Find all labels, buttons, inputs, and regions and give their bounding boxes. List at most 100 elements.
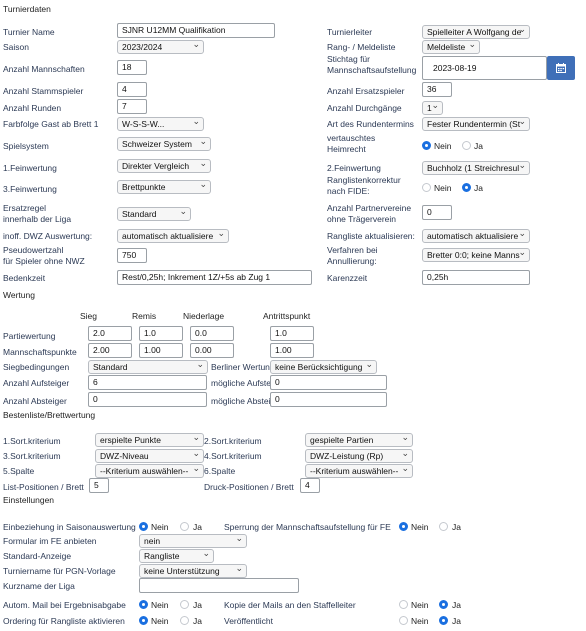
sort2-select[interactable]: gespielte Partien (305, 433, 413, 447)
ranglistenkorrektur-nein-radio[interactable] (422, 183, 431, 192)
kurzname-input[interactable] (139, 578, 299, 593)
veroeffentlicht-ja-label: Ja (452, 616, 461, 626)
heimrecht-nein-radio[interactable] (422, 141, 431, 150)
ersatzregel-label-2: innerhalb der Liga (3, 214, 72, 224)
annullierung-select[interactable]: Bretter 0:0; keine Manns (422, 248, 530, 262)
rangliste-aktualisieren-select[interactable]: automatisch aktualisiere (422, 229, 530, 243)
feinwertung1-select[interactable]: Direkter Vergleich (117, 159, 211, 173)
turniername-label: Turnier Name (3, 27, 55, 37)
turniername-input[interactable]: SJNR U12MM Qualifikation (117, 23, 275, 38)
sort4-label: 4.Sort.kriterium (204, 451, 262, 461)
sperrung-ja-radio[interactable] (439, 522, 448, 531)
mannschaftspunkte-niederlage-input[interactable]: 0.00 (190, 343, 234, 358)
ranglistenkorrektur-label-2: nach FIDE: (327, 186, 370, 196)
feinwertung3-select[interactable]: Brettpunkte (117, 180, 211, 194)
sort1-select[interactable]: erspielte Punkte (95, 433, 204, 447)
annullierung-label-2: Annullierung: (327, 256, 377, 266)
ordering-ja-radio[interactable] (180, 616, 189, 625)
ranglistenkorrektur-ja-label: Ja (474, 183, 483, 193)
moegliche-absteiger-input[interactable]: 0 (270, 392, 387, 407)
berliner-wertung-label: Berliner Wertung (211, 362, 275, 372)
moegliche-aufsteiger-input[interactable]: 0 (270, 375, 387, 390)
farbfolge-label: Farbfolge Gast ab Brett 1 (3, 119, 99, 129)
sperrung-ja-label: Ja (452, 522, 461, 532)
saisonauswertung-ja-radio[interactable] (180, 522, 189, 531)
kopie-ja-label: Ja (452, 600, 461, 610)
partiewertung-remis-input[interactable]: 1.0 (139, 326, 183, 341)
kopie-ja-radio[interactable] (439, 600, 448, 609)
header-remis: Remis (132, 311, 157, 321)
annullierung-label: Verfahren bei (327, 245, 378, 255)
mannschaftspunkte-remis-input[interactable]: 1.00 (139, 343, 183, 358)
ersatzspieler-input[interactable]: 36 (422, 82, 452, 97)
partiewertung-antrittspunkt-input[interactable]: 1.0 (270, 326, 314, 341)
berliner-wertung-select[interactable]: keine Berücksichtigung (270, 360, 377, 374)
heimrecht-ja-label: Ja (474, 141, 483, 151)
siegbedingungen-select[interactable]: Standard (88, 360, 208, 374)
ordering-nein-radio[interactable] (139, 616, 148, 625)
section-title-turnierdaten: Turnierdaten (3, 4, 51, 14)
spalte6-label: 6.Spalte (204, 466, 236, 476)
calendar-button[interactable] (547, 56, 575, 80)
veroeffentlicht-ja-radio[interactable] (439, 616, 448, 625)
rangliste-aktualisieren-label: Rangliste aktualisieren: (327, 231, 415, 241)
spalte6-select[interactable]: --Kriterium auswählen-- (305, 464, 413, 478)
heimrecht-ja-radio[interactable] (462, 141, 471, 150)
aufsteiger-input[interactable]: 6 (88, 375, 207, 390)
dwz-auswertung-select[interactable]: automatisch aktualisiere (117, 229, 229, 243)
farbfolge-select[interactable]: W-S-S-W... (117, 117, 204, 131)
druckpositionen-input[interactable]: 4 (300, 478, 320, 493)
runden-input[interactable]: 7 (117, 99, 147, 114)
stammspieler-input[interactable]: 4 (117, 82, 147, 97)
partiewertung-sieg-input[interactable]: 2.0 (88, 326, 132, 341)
bedenkzeit-input[interactable]: Rest/0,25h; Inkrement 1Z/+5s ab Zug 1 (117, 270, 312, 285)
absteiger-input[interactable]: 0 (88, 392, 207, 407)
pseudowert-input[interactable]: 750 (117, 248, 147, 263)
mannschaftspunkte-antrittspunkt-input[interactable]: 1.00 (270, 343, 314, 358)
stichtag-date-input[interactable]: 2023-08-19 (422, 56, 547, 80)
stichtag-label: Stichtag für (327, 54, 370, 64)
section-title-einstellungen: Einstellungen (3, 495, 55, 505)
kopie-nein-radio[interactable] (399, 600, 408, 609)
sort3-label: 3.Sort.kriterium (3, 451, 61, 461)
sort4-select[interactable]: DWZ-Leistung (Rp) (305, 449, 413, 463)
sort3-select[interactable]: DWZ-Niveau (95, 449, 204, 463)
mannschaften-input[interactable]: 18 (117, 60, 147, 75)
spalte5-select[interactable]: --Kriterium auswählen-- (95, 464, 204, 478)
veroeffentlicht-nein-radio[interactable] (399, 616, 408, 625)
karenzzeit-input[interactable]: 0,25h (422, 270, 530, 285)
ranglistenkorrektur-ja-radio[interactable] (462, 183, 471, 192)
partnervereine-input[interactable]: 0 (422, 205, 452, 220)
turnierleiter-select[interactable]: Spielleiter A Wolfgang de (422, 25, 530, 39)
veroeffentlicht-nein-label: Nein (411, 616, 429, 626)
saisonauswertung-nein-radio[interactable] (139, 522, 148, 531)
durchgaenge-select[interactable]: 1 (422, 101, 443, 115)
bedenkzeit-label: Bedenkzeit (3, 273, 46, 283)
automail-nein-label: Nein (151, 600, 169, 610)
heimrecht-nein-label: Nein (434, 141, 452, 151)
ersatzregel-select[interactable]: Standard (117, 207, 191, 221)
sperrung-nein-radio[interactable] (399, 522, 408, 531)
formular-select[interactable]: nein (139, 534, 247, 548)
sperrung-label: Sperrung der Mannschaftsaufstellung für … (224, 522, 391, 532)
ordering-ja-label: Ja (193, 616, 202, 626)
spielsystem-select[interactable]: Schweizer System (117, 137, 211, 151)
automail-nein-radio[interactable] (139, 600, 148, 609)
mannschaftspunkte-label: Mannschaftspunkte (3, 347, 77, 357)
listpositionen-input[interactable]: 5 (89, 478, 109, 493)
pgn-label: Turniername für PGN-Vorlage (3, 566, 116, 576)
rangliste-select[interactable]: Meldeliste (422, 40, 480, 54)
saison-select[interactable]: 2023/2024 (117, 40, 204, 54)
spalte5-label: 5.Spalte (3, 466, 35, 476)
pgn-select[interactable]: keine Unterstützung (139, 564, 247, 578)
sort2-label: 2.Sort.kriterium (204, 436, 262, 446)
rundentermin-select[interactable]: Fester Rundentermin (St (422, 117, 530, 131)
automail-ja-radio[interactable] (180, 600, 189, 609)
karenzzeit-label: Karenzzeit (327, 273, 368, 283)
feinwertung2-select[interactable]: Buchholz (1 Streichresul (422, 161, 530, 175)
header-sieg: Sieg (80, 311, 98, 321)
standardanzeige-select[interactable]: Rangliste (139, 549, 214, 563)
section-title-bestenliste: Bestenliste/Brettwertung (3, 410, 96, 420)
mannschaftspunkte-sieg-input[interactable]: 2.00 (88, 343, 132, 358)
partiewertung-niederlage-input[interactable]: 0.0 (190, 326, 234, 341)
